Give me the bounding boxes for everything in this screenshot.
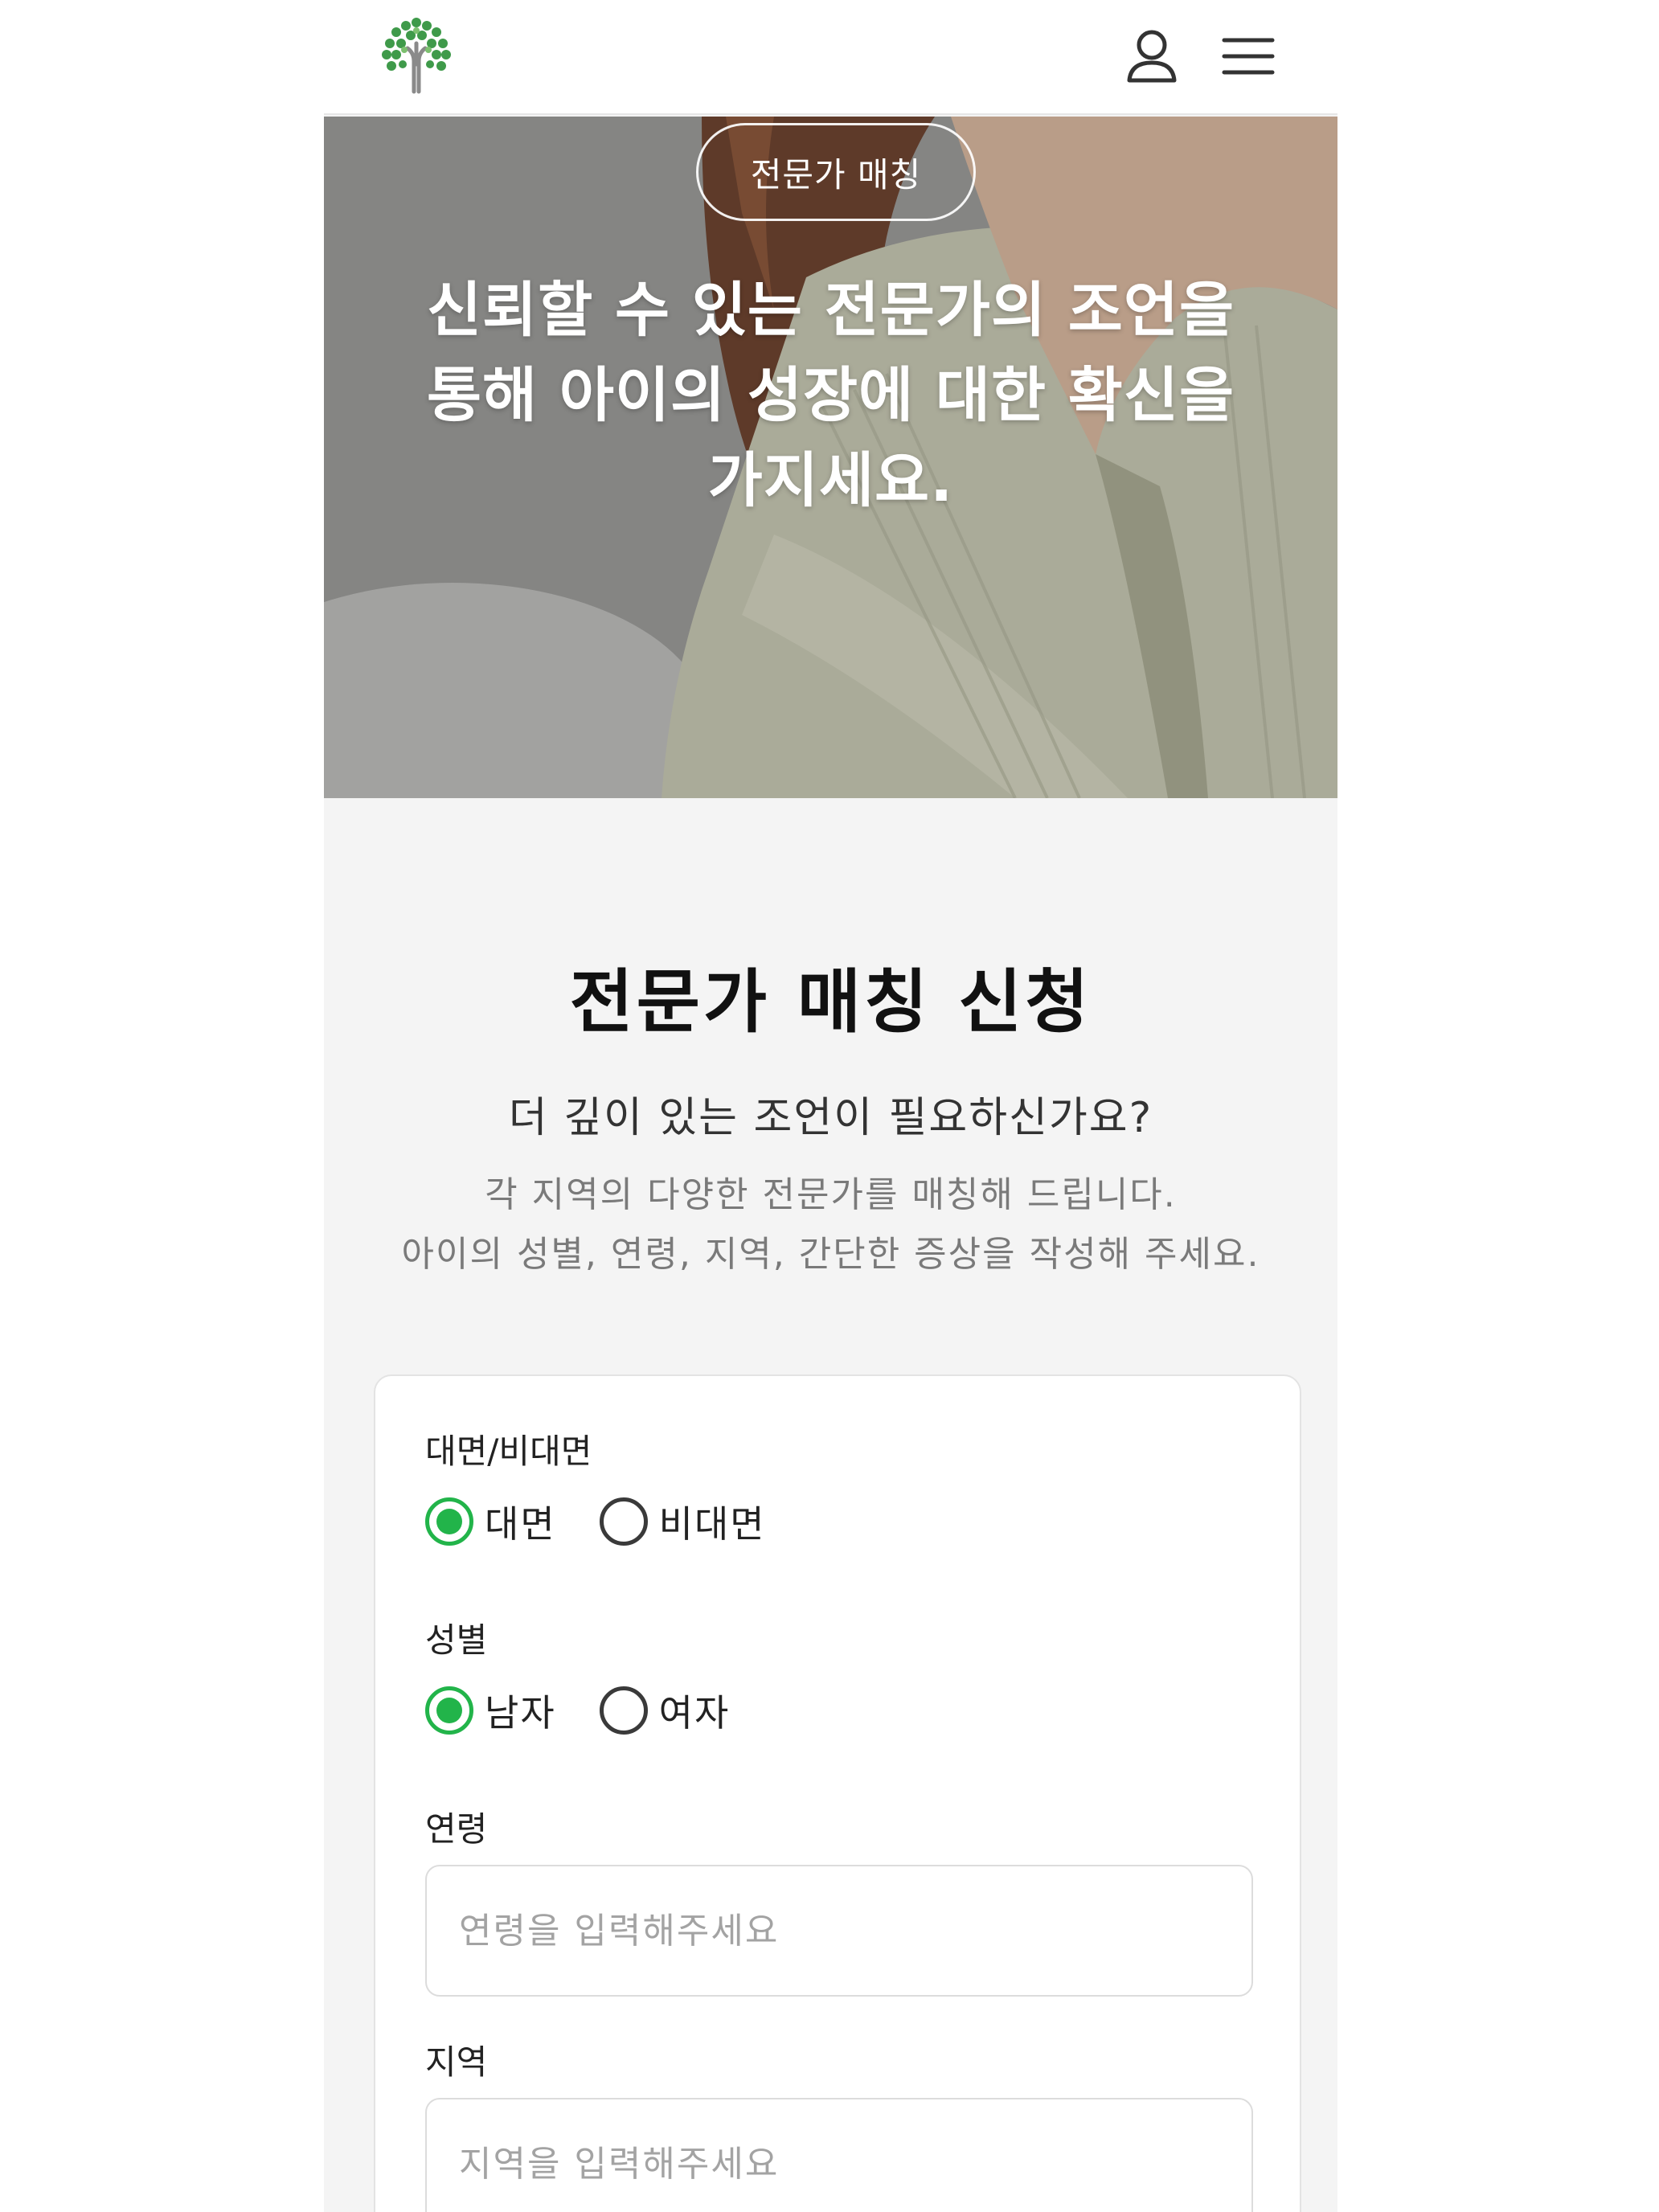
page-description: 각 지역의 다양한 전문가를 매칭해 드립니다. 아이의 성별, 연령, 지역,… [324, 1165, 1337, 1284]
radio-button[interactable] [599, 1497, 648, 1546]
tree-logo-icon[interactable] [372, 11, 461, 100]
gender-label: 성별 [425, 1620, 488, 1660]
gender-radio-group: 남자 여자 [425, 1684, 773, 1737]
radio-option-remote[interactable]: 비대면 [599, 1495, 766, 1548]
age-input[interactable] [425, 1865, 1253, 1997]
radio-label: 여자 [658, 1691, 731, 1735]
radio-button-checked[interactable] [425, 1497, 473, 1546]
hero-title-line: 신뢰할 수 있는 전문가의 조언을 [426, 276, 1235, 345]
hero-title-line: 가지세요. [707, 446, 954, 515]
radio-option-face-to-face[interactable]: 대면 [425, 1495, 556, 1548]
page-subtitle: 더 깊이 있는 조언이 필요하신가요? [508, 1094, 1153, 1142]
hamburger-menu-icon[interactable] [1216, 24, 1280, 88]
user-icon[interactable] [1120, 24, 1184, 88]
radio-label: 비대면 [658, 1502, 766, 1546]
hero-badge: 전문가 매칭 [696, 123, 976, 221]
page-title: 전문가 매칭 신청 [569, 962, 1092, 1043]
region-label: 지역 [425, 2042, 488, 2082]
radio-option-female[interactable]: 여자 [599, 1684, 731, 1737]
hero-banner: 전문가 매칭 신뢰할 수 있는 전문가의 조언을 통해 아이의 성장에 대한 확… [324, 117, 1337, 798]
site-header [324, 0, 1337, 115]
matching-form: 대면/비대면 대면 비대면 성별 남자 여자 연령 지역 [374, 1374, 1301, 2212]
meeting-type-radio-group: 대면 비대면 [425, 1495, 809, 1548]
radio-button[interactable] [599, 1686, 648, 1735]
radio-label: 대면 [485, 1502, 556, 1546]
page: 전문가 매칭 신뢰할 수 있는 전문가의 조언을 통해 아이의 성장에 대한 확… [324, 0, 1337, 2212]
description-line: 각 지역의 다양한 전문가를 매칭해 드립니다. [485, 1174, 1177, 1215]
radio-label: 남자 [485, 1691, 556, 1735]
meeting-type-label: 대면/비대면 [425, 1432, 592, 1471]
radio-button-checked[interactable] [425, 1686, 473, 1735]
hero-title-line: 통해 아이의 성장에 대한 확신을 [426, 361, 1235, 430]
region-input[interactable] [425, 2098, 1253, 2212]
description-line: 아이의 성별, 연령, 지역, 간단한 증상을 작성해 주세요. [401, 1234, 1260, 1275]
hero-title: 신뢰할 수 있는 전문가의 조언을 통해 아이의 성장에 대한 확신을 가지세요… [388, 268, 1273, 523]
radio-option-male[interactable]: 남자 [425, 1684, 556, 1737]
age-label: 연령 [425, 1809, 488, 1849]
